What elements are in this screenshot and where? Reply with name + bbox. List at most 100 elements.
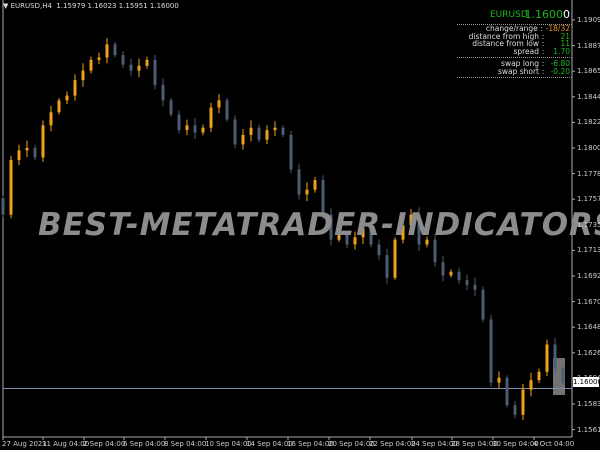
candle-bull <box>49 112 53 126</box>
candle-bear <box>553 344 557 369</box>
candle-bear <box>489 319 493 383</box>
time-tick-label: 4 Oct 04:00 <box>533 440 575 448</box>
price-tick-label: 1.16700 <box>577 297 600 306</box>
candle-bull <box>201 127 205 133</box>
info-row: swap short: -0.20 <box>457 66 572 76</box>
candle-bull <box>241 134 245 145</box>
candle-bull <box>529 380 533 390</box>
candle-bear <box>481 289 485 320</box>
candle-bull <box>81 70 85 81</box>
time-tick-label: 10 Sep 04:00 <box>205 440 252 448</box>
candle-bear <box>161 84 165 101</box>
candle-bull <box>145 59 149 66</box>
candle-bear <box>441 262 445 276</box>
candle-bear <box>473 284 477 290</box>
candle-bull <box>105 44 109 58</box>
candle-bull <box>305 189 309 195</box>
candle-bear <box>513 405 517 415</box>
candle-bear <box>257 127 261 140</box>
time-tick-label: 22 Sep 04:00 <box>369 440 416 448</box>
chart-title: ▼ EURUSD,H4 1.15979 1.16023 1.15951 1.16… <box>3 2 179 10</box>
time-tick-label: 8 Sep 04:00 <box>164 440 207 448</box>
price-tick-label: 1.15830 <box>577 400 600 408</box>
candle-bull <box>41 125 45 158</box>
price-tick-label: 1.19095 <box>577 16 600 24</box>
candle-bear <box>33 148 37 158</box>
info-label: swap short <box>497 66 539 76</box>
candle-bear <box>177 114 181 131</box>
price-tick-label: 1.18875 <box>577 41 600 50</box>
candle-bull <box>217 100 221 108</box>
candle-bear <box>385 255 389 278</box>
candle-bear <box>465 280 469 285</box>
price-tick-label: 1.15610 <box>577 425 600 434</box>
candle-bear <box>433 239 437 263</box>
info-panel: EURUSD 1.16000 change/range: -18/32 distan… <box>457 8 572 80</box>
chart-window: ▼ EURUSD,H4 1.15979 1.16023 1.15951 1.16… <box>0 0 600 450</box>
candle-bear <box>505 377 509 406</box>
time-tick-label: 6 Sep 04:00 <box>123 440 166 448</box>
time-tick-label: 20 Sep 04:00 <box>328 440 375 448</box>
price-tick-label: 1.18220 <box>577 118 600 127</box>
price-tick-label: 1.16920 <box>577 272 600 280</box>
candle-bull <box>449 271 453 276</box>
time-tick-label: 2 Sep 04:00 <box>83 440 126 448</box>
panel-price: 1.16000 <box>525 8 571 21</box>
price-tick-label: 1.18005 <box>577 144 600 152</box>
panel-price-main: 1.1600 <box>524 8 564 21</box>
candle-bull <box>497 377 501 383</box>
candle-bear <box>225 100 229 120</box>
time-tick-label: 27 Aug 2021 <box>2 440 47 448</box>
price-tick-label: 1.16265 <box>577 348 600 357</box>
info-value: -0.20 <box>550 66 570 76</box>
candle-bull <box>521 389 525 415</box>
candle-bull <box>273 127 277 131</box>
candle-bear <box>561 368 565 383</box>
candle-bull <box>57 100 61 113</box>
info-row: spread:1.70 <box>457 46 572 56</box>
price-tick-label: 1.17355 <box>577 220 600 229</box>
candle-bear <box>169 100 173 115</box>
candle-bear <box>129 64 133 71</box>
candle-bull <box>25 148 29 151</box>
time-tick-label: 30 Sep 04:00 <box>492 440 539 448</box>
candle-bull <box>97 57 101 60</box>
candle-bear <box>193 125 197 133</box>
candle-bear <box>289 134 293 170</box>
candle-bull <box>73 80 77 96</box>
info-label: spread <box>513 46 539 56</box>
watermark: BEST-METATRADER-INDICATORS.COM <box>38 207 600 243</box>
price-tick-label: 1.17785 <box>577 169 600 178</box>
colon: : <box>541 46 545 56</box>
colon: : <box>541 66 545 76</box>
price-tick-label: 1.17570 <box>577 195 600 204</box>
time-tick-label: 14 Sep 04:00 <box>246 440 293 448</box>
candle-bull <box>313 180 317 190</box>
price-tick-label: 1.17135 <box>577 246 600 255</box>
candle-bear <box>457 271 461 281</box>
candle-bull <box>137 65 141 71</box>
candle-bear <box>281 127 285 135</box>
time-tick-label: 28 Sep 04:00 <box>451 440 498 448</box>
candle-bear <box>153 59 157 85</box>
candle-bull <box>393 239 397 278</box>
candle-bear <box>1 198 5 215</box>
candle-bull <box>537 371 541 381</box>
candle-bear <box>121 55 125 65</box>
candle-bull <box>209 107 213 128</box>
current-price-label: 1.16000 <box>573 377 600 387</box>
candle-bear <box>297 169 301 195</box>
candle-bull <box>249 127 253 135</box>
panel-symbol: EURUSD <box>490 10 528 20</box>
candle-bull <box>265 130 269 140</box>
candle-bear <box>377 244 381 256</box>
price-tick-label: 1.18440 <box>577 92 600 101</box>
time-tick-label: 16 Sep 04:00 <box>287 440 334 448</box>
candle-bull <box>17 150 21 160</box>
price-tick-label: 1.18655 <box>577 67 600 76</box>
candle-bull <box>545 344 549 372</box>
candle-bear <box>113 44 117 56</box>
candle-bull <box>65 95 69 101</box>
price-tick-label: 1.16480 <box>577 323 600 332</box>
candle-bull <box>9 159 13 215</box>
